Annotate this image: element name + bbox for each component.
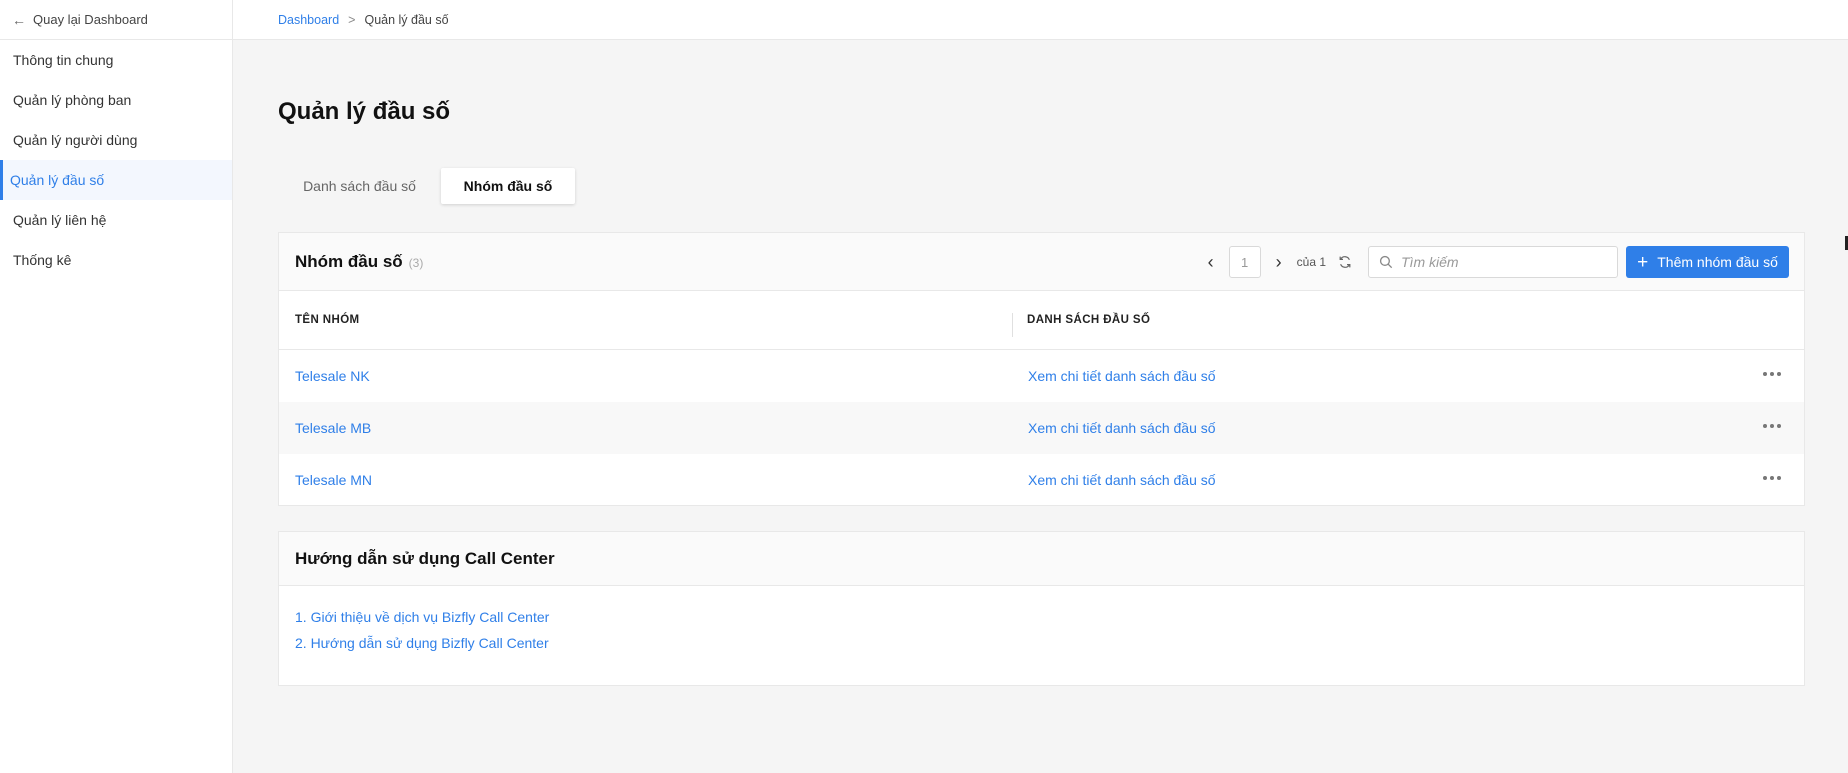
guide-link-usage[interactable]: 2. Hướng dẫn sử dụng Bizfly Call Center (295, 630, 1788, 656)
card-header: Hướng dẫn sử dụng Call Center (279, 532, 1804, 586)
table-toolbar: ‹ 1 › của 1 Tìm kiếm + Thêm nhóm đầu số (1199, 246, 1789, 278)
breadcrumb-current: Quản lý đầu số (364, 12, 449, 27)
sidebar-item-label: Thống kê (13, 252, 72, 268)
card-title: Hướng dẫn sử dụng Call Center (295, 548, 555, 568)
add-group-button[interactable]: + Thêm nhóm đầu số (1626, 246, 1789, 278)
group-name-link[interactable]: Telesale MB (295, 420, 371, 436)
guide-list: 1. Giới thiệu về dịch vụ Bizfly Call Cen… (279, 586, 1804, 674)
page-title: Quản lý đầu số (278, 98, 451, 125)
breadcrumb: Dashboard > Quản lý đầu số (233, 0, 1848, 40)
group-name-link[interactable]: Telesale MN (295, 472, 372, 488)
phone-group-card: Nhóm đầu số (3) ‹ 1 › của 1 Tìm kiếm + T… (278, 232, 1805, 506)
sidebar-item-label: Quản lý đầu số (10, 172, 105, 188)
arrow-left-icon: ← (12, 11, 26, 28)
sidebar-item-contacts[interactable]: Quản lý liên hệ (0, 200, 232, 240)
refresh-button[interactable] (1332, 246, 1358, 278)
sidebar-item-users[interactable]: Quản lý người dùng (0, 120, 232, 160)
breadcrumb-separator: > (348, 12, 356, 27)
table-row: Telesale MN Xem chi tiết danh sách đầu s… (279, 454, 1804, 506)
sidebar-item-departments[interactable]: Quản lý phòng ban (0, 80, 232, 120)
view-number-list-link[interactable]: Xem chi tiết danh sách đầu số (1028, 368, 1216, 384)
card-title: Nhóm đầu số (295, 251, 403, 271)
search-icon (1379, 255, 1393, 269)
sidebar-item-phone-numbers[interactable]: Quản lý đầu số (0, 160, 232, 200)
prev-page-button[interactable]: ‹ (1199, 246, 1223, 278)
refresh-icon (1339, 256, 1351, 268)
chevron-right-icon: › (1275, 251, 1282, 272)
group-name-link[interactable]: Telesale NK (295, 368, 370, 384)
table-header: TÊN NHÓM DANH SÁCH ĐẦU SỐ (279, 291, 1804, 350)
sidebar-item-label: Quản lý người dùng (13, 132, 138, 148)
sidebar-item-general-info[interactable]: Thông tin chung (0, 40, 232, 80)
plus-icon: + (1637, 251, 1649, 273)
tab-phone-number-groups[interactable]: Nhóm đầu số (441, 168, 575, 204)
column-header-number-list: DANH SÁCH ĐẦU SỐ (1027, 314, 1151, 326)
page-total: của 1 (1296, 255, 1326, 269)
guide-card: Hướng dẫn sử dụng Call Center 1. Giới th… (278, 531, 1805, 686)
tab-phone-number-list[interactable]: Danh sách đầu số (278, 168, 441, 204)
back-to-dashboard-link[interactable]: ← Quay lại Dashboard (0, 0, 232, 40)
view-number-list-link[interactable]: Xem chi tiết danh sách đầu số (1028, 472, 1216, 488)
more-horizontal-icon[interactable] (1760, 416, 1784, 436)
search-input[interactable] (1401, 254, 1601, 270)
sidebar-item-statistics[interactable]: Thống kê (0, 240, 232, 280)
table-row: Telesale MB Xem chi tiết danh sách đầu s… (279, 402, 1804, 454)
more-horizontal-icon[interactable] (1760, 468, 1784, 488)
chevron-left-icon: ‹ (1207, 251, 1214, 272)
next-page-button[interactable]: › (1267, 246, 1291, 278)
sidebar: ← Quay lại Dashboard Thông tin chung Quả… (0, 0, 233, 773)
column-header-group-name: TÊN NHÓM (295, 314, 360, 326)
tab-bar: Danh sách đầu số Nhóm đầu số (278, 168, 575, 204)
group-count: (3) (408, 256, 424, 270)
sidebar-item-label: Thông tin chung (13, 52, 114, 68)
sidebar-item-label: Quản lý liên hệ (13, 212, 107, 228)
card-header: Nhóm đầu số (3) ‹ 1 › của 1 Tìm kiếm + T… (279, 233, 1804, 291)
table-row: Telesale NK Xem chi tiết danh sách đầu s… (279, 350, 1804, 402)
more-horizontal-icon[interactable] (1760, 364, 1784, 384)
search-box (1368, 246, 1618, 278)
breadcrumb-dashboard-link[interactable]: Dashboard (278, 13, 339, 27)
view-number-list-link[interactable]: Xem chi tiết danh sách đầu số (1028, 420, 1216, 436)
back-link-label: Quay lại Dashboard (33, 12, 148, 27)
column-divider[interactable] (1012, 313, 1013, 337)
page-number-input[interactable]: 1 (1228, 246, 1261, 278)
guide-link-intro[interactable]: 1. Giới thiệu về dịch vụ Bizfly Call Cen… (295, 604, 1788, 630)
sidebar-item-label: Quản lý phòng ban (13, 92, 132, 108)
add-group-label: Thêm nhóm đầu số (1657, 254, 1778, 270)
